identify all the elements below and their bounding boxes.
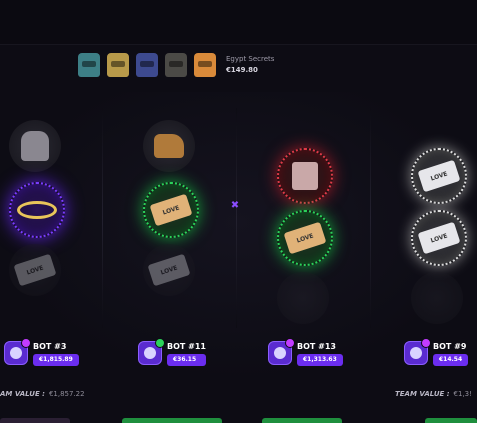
case-info: Egypt Secrets €149.80 [226, 54, 274, 76]
player-value: €14.54 [433, 353, 469, 366]
badge-icon [155, 338, 165, 348]
player-name: BOT #11 [167, 341, 206, 351]
player-column-3: LOVE [268, 120, 338, 324]
card-icon: LOVE [417, 221, 461, 255]
card-icon: LOVE [147, 253, 191, 287]
bottom-bar [425, 418, 477, 423]
card-icon: LOVE [283, 221, 327, 255]
bottom-bar [262, 418, 342, 423]
bot-avatar [268, 338, 295, 365]
item-slot-winning [9, 182, 65, 238]
column-divider [236, 108, 237, 328]
player-card[interactable]: BOT #3 €1,815.89 [4, 336, 79, 370]
column-divider [102, 108, 103, 328]
player-card[interactable]: BOT #11 €36.15 [138, 336, 206, 370]
badge-icon [285, 338, 295, 348]
bot-avatar [404, 338, 431, 365]
player-column-4: LOVE LOVE [402, 120, 472, 324]
bot-avatar [138, 338, 165, 365]
helmet-orange-icon[interactable] [194, 53, 216, 77]
player-name: BOT #13 [297, 341, 336, 351]
bot-avatar [4, 338, 31, 365]
player-card[interactable]: BOT #13 €1,313.63 [268, 336, 343, 370]
item-slot-winning: LOVE [411, 210, 467, 266]
player-column-2: LOVE LOVE [134, 120, 204, 305]
card-icon: LOVE [13, 253, 57, 287]
item-slot-winning: LOVE [143, 182, 199, 238]
helmet-dark-icon[interactable] [165, 53, 187, 77]
player-value: €1,313.63 [297, 353, 343, 366]
item-slot [277, 272, 329, 324]
case-price: €149.80 [226, 66, 258, 74]
player-column-1: LOVE [0, 120, 70, 305]
item-slot [143, 120, 195, 172]
robot-icon [144, 347, 156, 359]
robot-icon [274, 347, 286, 359]
helmet-gold-icon[interactable] [107, 53, 129, 77]
player-name: BOT #9 [433, 341, 467, 351]
case-name: Egypt Secrets [226, 55, 275, 63]
boot-icon [154, 134, 184, 158]
player-name: BOT #3 [33, 341, 67, 351]
item-slot [277, 148, 333, 204]
item-slot-winning: LOVE [277, 210, 333, 266]
player-card[interactable]: BOT #9 €14.54 [404, 336, 469, 370]
item-slot: LOVE [9, 244, 61, 296]
vs-icon: ✖ [230, 200, 240, 211]
robot-icon [10, 347, 22, 359]
item-slot [9, 120, 61, 172]
team-value-left: AM VALUE : €1,857.22 [0, 390, 85, 398]
team-value-right: TEAM VALUE : €1,3! [395, 390, 472, 398]
item-slot [411, 272, 463, 324]
team-value-label: TEAM VALUE : [395, 390, 450, 398]
case-strip: Egypt Secrets €149.80 [78, 50, 274, 80]
item-slot: LOVE [143, 244, 195, 296]
bottom-bar [122, 418, 222, 423]
bracelet-icon [17, 201, 57, 219]
item-slot: LOVE [411, 148, 467, 204]
player-value: €36.15 [167, 353, 206, 366]
card-icon: LOVE [149, 193, 193, 227]
box-icon [292, 162, 318, 190]
team-value-amount: €1,857.22 [48, 390, 85, 398]
badge-icon [421, 338, 431, 348]
card-icon: LOVE [417, 159, 461, 193]
player-value: €1,815.89 [33, 353, 79, 366]
robot-icon [410, 347, 422, 359]
top-bar [0, 0, 477, 45]
helmet-teal-icon[interactable] [78, 53, 100, 77]
hoodie-icon [21, 131, 49, 161]
helmet-navy-icon[interactable] [136, 53, 158, 77]
team-value-amount: €1,3! [453, 390, 472, 398]
bottom-bar [0, 418, 70, 423]
team-value-label: AM VALUE : [0, 390, 45, 398]
column-divider [370, 108, 371, 328]
badge-icon [21, 338, 31, 348]
